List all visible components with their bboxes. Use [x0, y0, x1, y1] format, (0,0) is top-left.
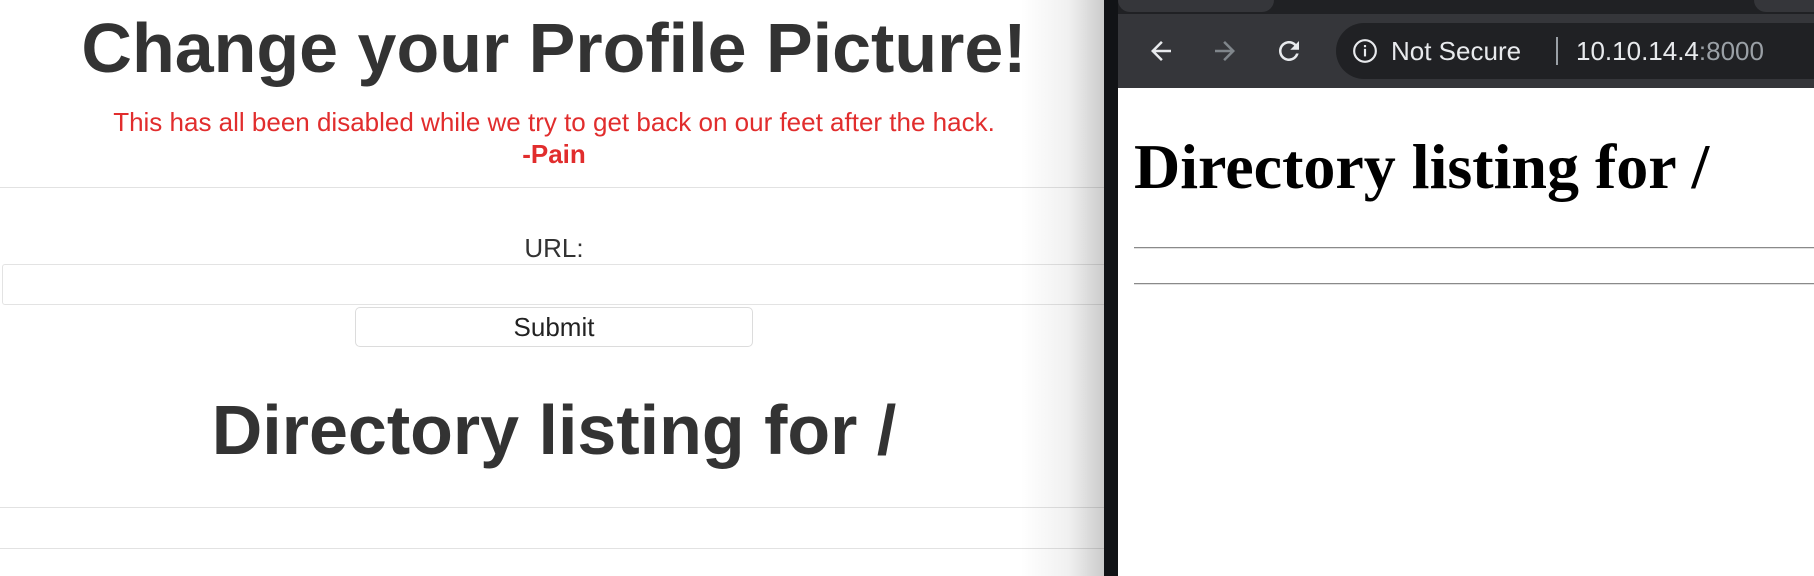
url-host: 10.10.14.4 [1576, 36, 1699, 66]
listing-hr-top [1134, 247, 1814, 249]
divider-top [0, 187, 1108, 188]
page-title: Change your Profile Picture! [81, 9, 1027, 87]
back-button[interactable] [1138, 28, 1184, 74]
url-port: :8000 [1698, 36, 1764, 66]
disabled-notice: This has all been disabled while we try … [113, 107, 995, 137]
window-edge [1104, 0, 1118, 576]
listing-divider-bottom [0, 548, 1108, 549]
info-icon[interactable] [1352, 38, 1378, 64]
tab-strip [1118, 0, 1814, 14]
forward-button[interactable] [1202, 28, 1248, 74]
omnibox-divider [1556, 37, 1558, 65]
security-label: Not Secure [1391, 36, 1522, 66]
submit-button[interactable]: Submit [355, 307, 753, 347]
forward-arrow-icon [1215, 41, 1235, 61]
url-label: URL: [524, 233, 584, 263]
listing-divider-top [0, 507, 1108, 508]
listing-hr-bottom [1134, 283, 1814, 285]
reload-icon [1279, 41, 1299, 61]
reload-button[interactable] [1266, 28, 1312, 74]
browser-toolbar: Not Secure 10.10.14.4:8000 [1118, 14, 1814, 88]
browser-tab-right[interactable] [1754, 0, 1814, 12]
notice-signature: -Pain [522, 139, 586, 169]
browser-content: Directory listing for / [1118, 88, 1814, 576]
browser-window: Not Secure 10.10.14.4:8000 Directory lis… [1118, 0, 1814, 576]
url-text: 10.10.14.4:8000 [1576, 23, 1764, 79]
profile-page: Change your Profile Picture! This has al… [0, 0, 1108, 576]
back-arrow-icon [1151, 41, 1171, 61]
address-bar[interactable]: Not Secure 10.10.14.4:8000 [1336, 23, 1814, 79]
directory-listing-title: Directory listing for / [211, 391, 897, 469]
url-input[interactable] [2, 264, 1108, 305]
browser-tab[interactable] [1118, 0, 1274, 12]
directory-listing-heading: Directory listing for / [1134, 131, 1710, 202]
